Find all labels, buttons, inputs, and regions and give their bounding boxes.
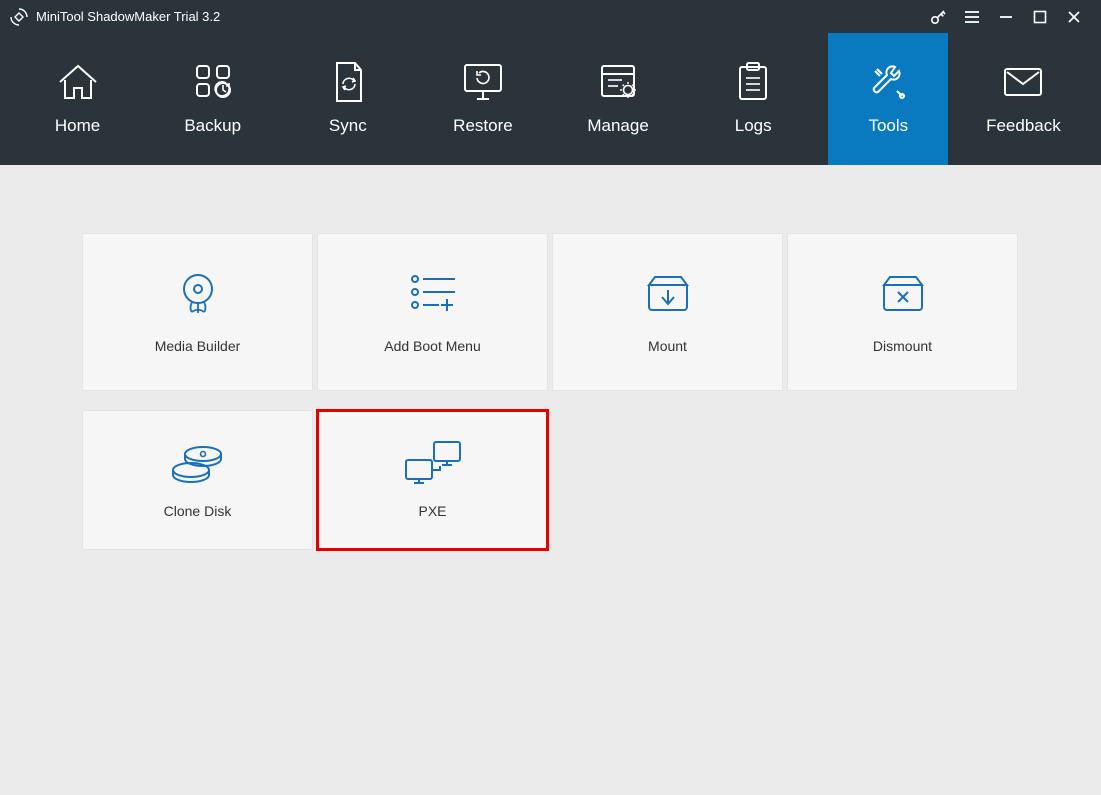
menu-icon[interactable] <box>955 0 989 33</box>
nav-feedback[interactable]: Feedback <box>963 33 1083 165</box>
tool-dismount[interactable]: Dismount <box>787 233 1018 391</box>
tools-icon <box>867 62 909 102</box>
mount-icon <box>643 270 693 314</box>
nav-backup[interactable]: Backup <box>153 33 273 165</box>
app-title: MiniTool ShadowMaker Trial 3.2 <box>36 9 220 24</box>
tool-pxe-label: PXE <box>418 503 446 519</box>
app-logo-icon <box>10 8 28 26</box>
key-icon[interactable] <box>921 0 955 33</box>
nav-logs-label: Logs <box>735 116 772 136</box>
tools-panel: Media Builder Add Boot Menu Mount Dismou… <box>0 165 1101 618</box>
tool-mount[interactable]: Mount <box>552 233 783 391</box>
tool-dismount-label: Dismount <box>873 338 932 354</box>
main-nav: Home Backup Sync Restore Manage Logs <box>0 33 1101 165</box>
nav-restore-label: Restore <box>453 116 513 136</box>
tool-clone-disk-label: Clone Disk <box>164 503 232 519</box>
nav-manage[interactable]: Manage <box>558 33 678 165</box>
maximize-button[interactable] <box>1023 0 1057 33</box>
sync-icon <box>329 62 367 102</box>
media-builder-icon <box>175 270 221 314</box>
nav-logs[interactable]: Logs <box>693 33 813 165</box>
tool-mount-label: Mount <box>648 338 687 354</box>
clone-disk-icon <box>169 441 227 485</box>
nav-restore[interactable]: Restore <box>423 33 543 165</box>
nav-manage-label: Manage <box>587 116 648 136</box>
minimize-button[interactable] <box>989 0 1023 33</box>
tool-add-boot-menu-label: Add Boot Menu <box>384 338 481 354</box>
feedback-icon <box>1001 62 1045 102</box>
tool-add-boot-menu[interactable]: Add Boot Menu <box>317 233 548 391</box>
nav-home[interactable]: Home <box>18 33 138 165</box>
backup-icon <box>191 62 235 102</box>
home-icon <box>56 62 100 102</box>
tool-clone-disk[interactable]: Clone Disk <box>82 410 313 550</box>
nav-backup-label: Backup <box>184 116 241 136</box>
nav-sync-label: Sync <box>329 116 367 136</box>
pxe-icon <box>400 441 466 485</box>
restore-icon <box>459 62 507 102</box>
tool-pxe[interactable]: PXE <box>317 410 548 550</box>
manage-icon <box>596 62 640 102</box>
titlebar: MiniTool ShadowMaker Trial 3.2 <box>0 0 1101 33</box>
nav-sync[interactable]: Sync <box>288 33 408 165</box>
tool-media-builder[interactable]: Media Builder <box>82 233 313 391</box>
nav-home-label: Home <box>55 116 100 136</box>
dismount-icon <box>878 270 928 314</box>
add-boot-menu-icon <box>405 270 461 314</box>
nav-tools-label: Tools <box>868 116 908 136</box>
tool-media-builder-label: Media Builder <box>155 338 241 354</box>
nav-feedback-label: Feedback <box>986 116 1061 136</box>
nav-tools[interactable]: Tools <box>828 33 948 165</box>
close-button[interactable] <box>1057 0 1091 33</box>
logs-icon <box>735 62 771 102</box>
